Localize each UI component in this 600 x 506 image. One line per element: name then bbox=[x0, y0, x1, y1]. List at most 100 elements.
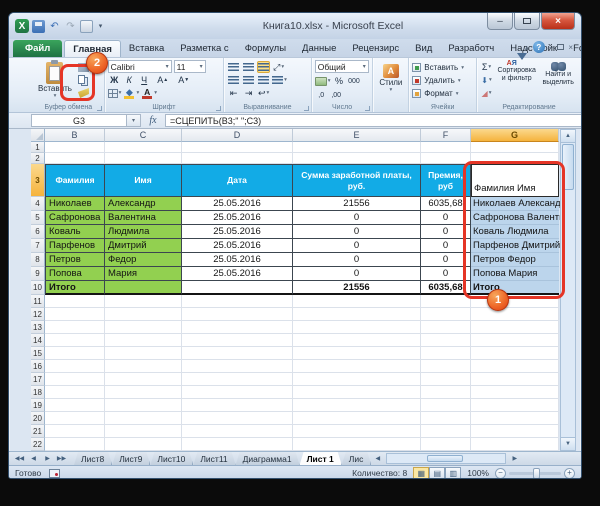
cell-B14[interactable] bbox=[45, 334, 105, 347]
doc-close-icon[interactable]: × bbox=[568, 43, 573, 52]
row-header-3[interactable]: 3 bbox=[31, 164, 45, 197]
cell-F21[interactable] bbox=[421, 425, 471, 438]
save-icon[interactable] bbox=[32, 20, 45, 33]
cell-F5[interactable]: 0 bbox=[421, 211, 471, 225]
cell-B5[interactable]: Сафронова bbox=[45, 211, 105, 225]
excel-logo-icon[interactable]: X bbox=[15, 19, 29, 33]
font-dialog-launcher[interactable] bbox=[216, 106, 221, 111]
cell-D13[interactable] bbox=[182, 321, 293, 334]
cell-F4[interactable]: 6035,68 bbox=[421, 197, 471, 211]
next-sheet-icon[interactable]: ▶ bbox=[41, 453, 54, 464]
cell-C3[interactable]: Имя bbox=[105, 164, 182, 197]
page-layout-view-icon[interactable]: ▤ bbox=[429, 467, 445, 479]
cell-E20[interactable] bbox=[293, 412, 421, 425]
cell-B3[interactable]: Фамилия bbox=[45, 164, 105, 197]
doc-restore-icon[interactable] bbox=[557, 44, 564, 50]
cell-D19[interactable] bbox=[182, 399, 293, 412]
increase-indent-icon[interactable]: ⇥ bbox=[242, 87, 255, 99]
cell-G3[interactable]: Фамилия Имя bbox=[471, 164, 559, 197]
cell-G14[interactable] bbox=[471, 334, 559, 347]
zoom-thumb[interactable] bbox=[533, 468, 540, 479]
row-header-13[interactable]: 13 bbox=[31, 321, 45, 334]
help-icon[interactable]: ? bbox=[533, 41, 545, 53]
percent-style-button[interactable]: % bbox=[332, 75, 345, 87]
cell-C10[interactable] bbox=[105, 281, 182, 295]
last-sheet-icon[interactable]: ▶▶ bbox=[55, 453, 68, 464]
cell-E7[interactable]: 0 bbox=[293, 239, 421, 253]
cell-D7[interactable]: 25.05.2016 bbox=[182, 239, 293, 253]
cell-D5[interactable]: 25.05.2016 bbox=[182, 211, 293, 225]
sheet-tab-7[interactable]: Лис bbox=[342, 452, 372, 465]
cell-E5[interactable]: 0 bbox=[293, 211, 421, 225]
cell-C16[interactable] bbox=[105, 360, 182, 373]
redo-icon[interactable]: ↷ bbox=[64, 20, 77, 33]
delete-cells-button[interactable]: Удалить▾ bbox=[412, 74, 473, 87]
cell-G5[interactable]: Сафронова Валентина bbox=[471, 211, 559, 225]
cell-B7[interactable]: Парфенов bbox=[45, 239, 105, 253]
cell-G9[interactable]: Попова Мария bbox=[471, 267, 559, 281]
cell-F12[interactable] bbox=[421, 308, 471, 321]
paste-button[interactable]: Вставить ▾ bbox=[36, 60, 74, 100]
cell-C12[interactable] bbox=[105, 308, 182, 321]
cell-E19[interactable] bbox=[293, 399, 421, 412]
cell-B10[interactable]: Итого bbox=[45, 281, 105, 295]
column-header-D[interactable]: D bbox=[182, 129, 293, 142]
cell-B19[interactable] bbox=[45, 399, 105, 412]
cell-C15[interactable] bbox=[105, 347, 182, 360]
sheet-tab-6[interactable]: Лист 1 bbox=[300, 452, 342, 465]
row-header-10[interactable]: 10 bbox=[31, 281, 45, 295]
align-right-icon[interactable] bbox=[257, 74, 270, 86]
decrease-indent-icon[interactable]: ⇤ bbox=[227, 87, 240, 99]
scroll-down-icon[interactable]: ▼ bbox=[561, 437, 575, 450]
undo-icon[interactable]: ↶ bbox=[48, 20, 61, 33]
cell-B9[interactable]: Попова bbox=[45, 267, 105, 281]
merge-center-icon[interactable]: ▾ bbox=[272, 74, 287, 86]
row-header-1[interactable]: 1 bbox=[31, 142, 45, 153]
cell-D2[interactable] bbox=[182, 153, 293, 164]
select-all-corner[interactable] bbox=[31, 129, 45, 142]
vertical-scrollbar-thumb[interactable] bbox=[562, 144, 574, 190]
cell-C17[interactable] bbox=[105, 373, 182, 386]
cell-F14[interactable] bbox=[421, 334, 471, 347]
cell-E3[interactable]: Сумма заработной платы, руб. bbox=[293, 164, 421, 197]
qat-customize-icon[interactable]: ▾ bbox=[96, 20, 105, 33]
cell-G15[interactable] bbox=[471, 347, 559, 360]
decrease-decimal-icon[interactable]: ,00 bbox=[330, 89, 343, 101]
comma-style-button[interactable]: 000 bbox=[347, 75, 360, 87]
format-painter-icon[interactable] bbox=[77, 87, 90, 99]
row-header-15[interactable]: 15 bbox=[31, 347, 45, 360]
cell-E8[interactable]: 0 bbox=[293, 253, 421, 267]
cell-F3[interactable]: Премия, руб bbox=[421, 164, 471, 197]
cell-G8[interactable]: Петров Федор bbox=[471, 253, 559, 267]
minimize-button[interactable]: – bbox=[487, 13, 513, 30]
row-header-9[interactable]: 9 bbox=[31, 267, 45, 281]
cell-D15[interactable] bbox=[182, 347, 293, 360]
macro-record-icon[interactable] bbox=[49, 469, 60, 478]
cell-G16[interactable] bbox=[471, 360, 559, 373]
cell-D17[interactable] bbox=[182, 373, 293, 386]
cell-B13[interactable] bbox=[45, 321, 105, 334]
clipboard-dialog-launcher[interactable] bbox=[97, 106, 102, 111]
cell-C21[interactable] bbox=[105, 425, 182, 438]
quick-print-icon[interactable] bbox=[80, 20, 93, 33]
format-cells-button[interactable]: Формат▾ bbox=[412, 87, 473, 100]
formula-input[interactable]: =СЦЕПИТЬ(B3;" ";C3) bbox=[165, 114, 581, 127]
cell-B11[interactable] bbox=[45, 295, 105, 308]
cell-E17[interactable] bbox=[293, 373, 421, 386]
first-sheet-icon[interactable]: ◀◀ bbox=[13, 453, 26, 464]
cell-F11[interactable] bbox=[421, 295, 471, 308]
cell-E6[interactable]: 0 bbox=[293, 225, 421, 239]
cell-C7[interactable]: Дмитрий bbox=[105, 239, 182, 253]
row-header-22[interactable]: 22 bbox=[31, 438, 45, 451]
cell-C1[interactable] bbox=[105, 142, 182, 153]
cell-D9[interactable]: 25.05.2016 bbox=[182, 267, 293, 281]
page-break-view-icon[interactable]: ▥ bbox=[445, 467, 461, 479]
cell-F15[interactable] bbox=[421, 347, 471, 360]
cell-C11[interactable] bbox=[105, 295, 182, 308]
cell-G20[interactable] bbox=[471, 412, 559, 425]
cell-E12[interactable] bbox=[293, 308, 421, 321]
cell-E1[interactable] bbox=[293, 142, 421, 153]
insert-cells-button[interactable]: Вставить▾ bbox=[412, 61, 473, 74]
ribbon-tab-8[interactable]: Разработч bbox=[440, 40, 502, 57]
tab-scroll-left-icon[interactable]: ◀ bbox=[371, 452, 384, 465]
